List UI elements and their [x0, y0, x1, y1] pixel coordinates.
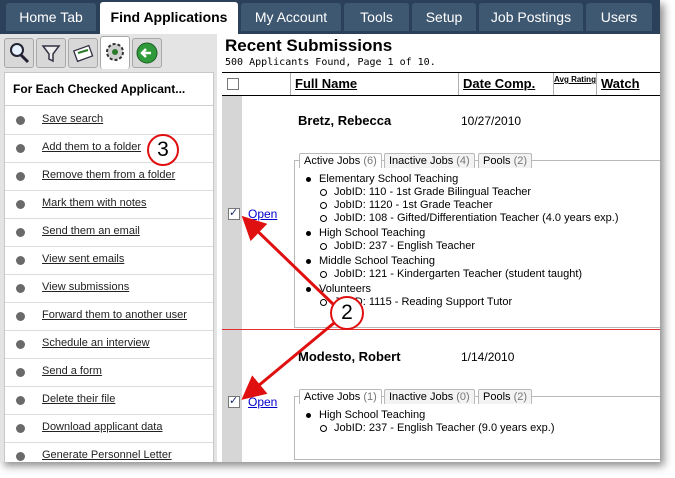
annotation-arrows — [241, 215, 336, 400]
arrow-to-first-checkbox — [241, 215, 336, 307]
callout-2: 2 — [330, 296, 364, 330]
arrow-to-second-checkbox — [241, 321, 335, 400]
callout-3: 3 — [147, 134, 179, 166]
app-window: Home Tab Find Applications My Account To… — [0, 0, 660, 462]
